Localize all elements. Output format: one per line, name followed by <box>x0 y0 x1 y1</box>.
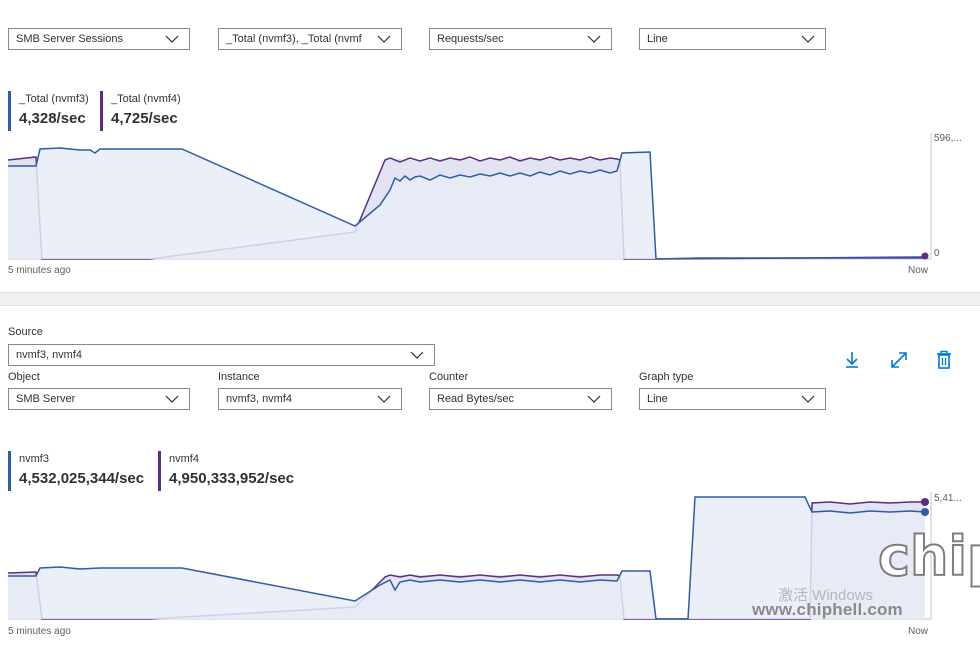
series-1-end-marker <box>921 508 929 516</box>
y-axis-max-label: 5,41... <box>934 493 962 504</box>
instance-label: Instance <box>218 371 260 383</box>
chiphell-logo: chip <box>877 525 980 588</box>
chevron-down-icon <box>587 35 601 43</box>
graph-type-value: Line <box>647 33 668 45</box>
legend-series-name: nvmf4 <box>169 453 199 465</box>
object-value: SMB Server <box>16 393 76 405</box>
download-icon[interactable] <box>842 350 862 370</box>
legend-series-name: _Total (nvmf4) <box>111 93 181 105</box>
object-value: SMB Server Sessions <box>16 33 123 45</box>
graph-type-label: Graph type <box>639 371 694 383</box>
y-axis-max-label: 596,... <box>934 133 962 144</box>
source-label: Source <box>8 326 43 338</box>
chevron-down-icon <box>165 395 179 403</box>
instance-value: nvmf3, nvmf4 <box>226 393 293 405</box>
legend-series-name: _Total (nvmf3) <box>19 93 89 105</box>
time-start-label: 5 minutes ago <box>8 626 71 637</box>
time-end-label: Now <box>908 626 929 637</box>
legend-item-series-2[interactable]: _Total (nvmf4) 4,725/sec <box>100 91 181 131</box>
series-2-end-marker <box>921 252 929 260</box>
source-dropdown[interactable]: nvmf3, nvmf4 <box>8 344 435 366</box>
instance-dropdown[interactable]: _Total (nvmf3), _Total (nvmf <box>218 28 402 50</box>
graph-type-dropdown[interactable]: Line <box>639 28 826 50</box>
graph-type-value: Line <box>647 393 668 405</box>
chevron-down-icon <box>410 351 424 359</box>
legend-series-value: 4,725/sec <box>111 110 178 127</box>
series-2-end-marker <box>921 498 929 506</box>
trash-icon[interactable] <box>934 350 954 370</box>
chevron-down-icon <box>801 395 815 403</box>
legend-series-name: nvmf3 <box>19 453 49 465</box>
chevron-down-icon <box>377 395 391 403</box>
chevron-down-icon <box>587 395 601 403</box>
legend-series-value: 4,950,333,952/sec <box>169 470 295 487</box>
legend-series-value: 4,532,025,344/sec <box>19 470 145 487</box>
chart-panel-requests: SMB Server Sessions _Total (nvmf3), _Tot… <box>0 0 980 292</box>
panel-separator <box>0 292 980 306</box>
legend-item-series-2[interactable]: nvmf4 4,950,333,952/sec <box>158 451 294 491</box>
site-url-watermark: www.chiphell.com <box>752 600 903 619</box>
legend-series-value: 4,328/sec <box>19 110 86 127</box>
chevron-down-icon <box>801 35 815 43</box>
counter-label: Counter <box>429 371 469 383</box>
chevron-down-icon <box>377 35 391 43</box>
counter-dropdown[interactable]: Requests/sec <box>429 28 612 50</box>
counter-value: Read Bytes/sec <box>437 393 515 405</box>
object-dropdown[interactable]: SMB Server <box>8 388 190 410</box>
source-value: nvmf3, nvmf4 <box>16 349 83 361</box>
graph-type-dropdown[interactable]: Line <box>639 388 826 410</box>
counter-dropdown[interactable]: Read Bytes/sec <box>429 388 612 410</box>
expand-icon[interactable] <box>889 350 909 370</box>
instance-dropdown[interactable]: nvmf3, nvmf4 <box>218 388 402 410</box>
y-axis-min-label: 0 <box>934 248 940 259</box>
instance-value: _Total (nvmf3), _Total (nvmf <box>226 33 362 45</box>
object-label: Object <box>8 371 40 383</box>
object-dropdown[interactable]: SMB Server Sessions <box>8 28 190 50</box>
chevron-down-icon <box>165 35 179 43</box>
legend-item-series-1[interactable]: _Total (nvmf3) 4,328/sec <box>8 91 89 131</box>
legend-item-series-1[interactable]: nvmf3 4,532,025,344/sec <box>8 451 144 491</box>
time-start-label: 5 minutes ago <box>8 265 71 276</box>
time-end-label: Now <box>908 265 929 276</box>
line-chart <box>7 133 932 260</box>
counter-value: Requests/sec <box>437 33 504 45</box>
